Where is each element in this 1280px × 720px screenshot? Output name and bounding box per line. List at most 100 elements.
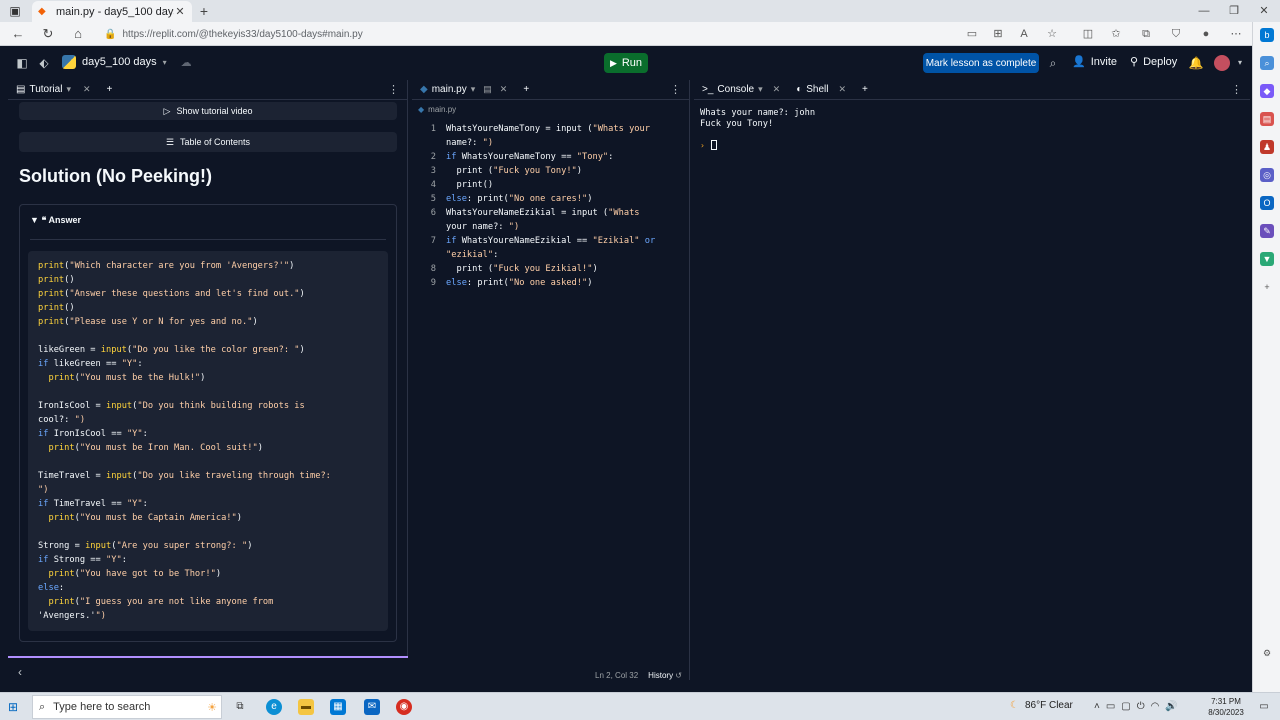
taskbar-search-input[interactable]: ⌕ Type here to search ☀ (32, 695, 222, 719)
file-explorer-icon[interactable]: ▬ (298, 699, 314, 715)
close-tab-icon[interactable]: ✕ (838, 84, 846, 95)
replit-logo-icon[interactable]: ⬖ (36, 55, 52, 71)
url-field[interactable]: 🔒 https://replit.com/@thekeyis33/day5100… (104, 25, 984, 43)
search-icon[interactable]: ⌕ (1045, 55, 1061, 71)
edge-browser-icon[interactable]: e (266, 699, 282, 715)
cast-icon[interactable]: ▭ (964, 26, 980, 42)
windows-start-icon[interactable]: ⊞ (8, 700, 22, 714)
run-button[interactable]: ▶ Run (604, 53, 648, 73)
close-tab-icon[interactable]: ✕ (83, 84, 91, 95)
more-options-icon[interactable]: ⋮ (1231, 83, 1242, 96)
task-view-icon[interactable]: ⧉ (232, 699, 248, 715)
deploy-button[interactable]: ⚲ Deploy (1130, 55, 1178, 69)
home-icon[interactable]: ⌂ (70, 26, 86, 42)
tab-main-py-label: main.py (431, 84, 467, 95)
breadcrumb-file[interactable]: main.py (428, 105, 456, 114)
play-outline-icon: ▷ (163, 105, 171, 116)
add-sidebar-icon[interactable]: + (1260, 280, 1274, 294)
profile-icon[interactable]: ● (1198, 26, 1214, 42)
mail-icon[interactable]: ✉ (364, 699, 380, 715)
tab-shell-label: Shell (806, 84, 829, 95)
window-menu-icon[interactable]: ▣ (8, 4, 22, 18)
tab-console[interactable]: >_ Console ▾ ✕ (694, 80, 788, 100)
line-code: print() (456, 180, 494, 190)
outlook-icon[interactable]: O (1260, 196, 1274, 210)
apps-icon[interactable]: ⊞ (990, 26, 1006, 42)
weather-widget[interactable]: ☾ 86°F Clear (1010, 700, 1073, 711)
chevron-up-icon[interactable]: ˄ (1094, 701, 1100, 712)
display-icon[interactable]: ▢ (1121, 701, 1130, 712)
split-icon[interactable]: ▤ (483, 84, 492, 95)
shopping-icon[interactable]: ◆ (1260, 84, 1274, 98)
cloud-icon: ☁ (180, 56, 192, 69)
history-button[interactable]: History ↺ (648, 671, 682, 680)
play-icon: ▶ (609, 57, 617, 68)
favorites-icon[interactable]: ✩ (1108, 26, 1124, 42)
more-options-icon[interactable]: ⋮ (670, 83, 681, 96)
volume-icon[interactable]: 🔊 (1165, 701, 1177, 712)
answer-label: Answer (48, 215, 81, 225)
invite-button[interactable]: 👤 Invite (1072, 55, 1117, 69)
read-aloud-icon[interactable]: A (1016, 26, 1032, 42)
browser-tab[interactable]: ◆ main.py - day5_100 days - Replit ✕ (32, 1, 192, 22)
add-tab-icon[interactable]: + (854, 80, 876, 100)
answer-code-line: print("I guess you are not like anyone f… (48, 597, 274, 607)
console-prompt[interactable]: › (700, 140, 717, 150)
tab-tutorial[interactable]: ▤ Tutorial ▾ ✕ (8, 80, 99, 100)
console-panel: >_ Console ▾ ✕ ◐ Shell ✕ + ⋮ Whats your … (694, 80, 1250, 680)
sidebar-settings-icon[interactable]: ⚙ (1260, 646, 1274, 660)
back-icon[interactable]: ← (10, 26, 26, 42)
collections-icon[interactable]: ⧉ (1138, 26, 1154, 42)
power-icon[interactable]: ⏻ (1137, 701, 1145, 712)
answer-details: ▼ ❝ Answer print("Which character are yo… (19, 204, 397, 642)
search-sidebar-icon[interactable]: ⌕ (1260, 56, 1274, 70)
table-of-contents-button[interactable]: ☰ Table of Contents (19, 132, 397, 152)
close-window-icon[interactable]: ✕ (1254, 3, 1274, 19)
avatar[interactable] (1214, 55, 1230, 71)
taskbar-clock[interactable]: 7:31 PM 8/30/2023 (1204, 696, 1248, 718)
shield-icon[interactable]: ⛉ (1168, 26, 1184, 42)
search-highlight-icon: ☀ (207, 701, 217, 714)
deploy-label: Deploy (1143, 55, 1178, 68)
minimize-icon[interactable]: — (1194, 3, 1214, 19)
answer-code-line: 'Avengers.'") (38, 611, 107, 621)
add-tab-icon[interactable]: + (99, 80, 121, 100)
notifications-bell-icon[interactable]: 🔔 (1188, 55, 1204, 71)
code-editor[interactable]: 1 WhatsYoureNameTony = input ("Whats your… (412, 122, 688, 642)
notification-icon[interactable]: ▭ (1256, 699, 1272, 715)
drop-icon[interactable]: ▼ (1260, 252, 1274, 266)
tab-main-py[interactable]: ◆ main.py ▾ ▤ ✕ (412, 80, 515, 100)
collapse-chevron-icon[interactable]: ‹ (18, 665, 22, 679)
avatar-chevron-icon[interactable]: ▾ (1232, 55, 1248, 71)
mark-complete-button[interactable]: Mark lesson as complete (923, 53, 1039, 73)
answer-code-line: if likeGreen == "Y": (38, 359, 143, 369)
new-tab-icon[interactable]: + (196, 3, 212, 19)
games-icon[interactable]: ♟ (1260, 140, 1274, 154)
store-icon[interactable]: ▦ (330, 699, 346, 715)
editor-panel-header: ◆ main.py ▾ ▤ ✕ + ⋮ (412, 80, 689, 100)
tab-shell[interactable]: ◐ Shell ✕ (788, 80, 854, 100)
refresh-icon[interactable]: ↻ (40, 26, 56, 42)
more-options-icon[interactable]: ⋮ (388, 83, 399, 96)
tools-icon[interactable]: ▤ (1260, 112, 1274, 126)
answer-code-line: if Strong == "Y": (38, 555, 127, 565)
network-icon[interactable]: ▭ (1106, 701, 1115, 712)
favorite-star-icon[interactable]: ☆ (1044, 26, 1060, 42)
close-tab-icon[interactable]: ✕ (174, 5, 186, 18)
split-screen-icon[interactable]: ◫ (1080, 26, 1096, 42)
close-tab-icon[interactable]: ✕ (500, 84, 508, 95)
more-menu-icon[interactable]: ⋯ (1228, 26, 1244, 42)
answer-summary-toggle[interactable]: ▼ ❝ Answer (30, 215, 81, 226)
sidebar-toggle-icon[interactable]: ◧ (14, 55, 30, 71)
add-tab-icon[interactable]: + (515, 80, 537, 100)
chrome-icon[interactable]: ◉ (396, 699, 412, 715)
microsoft365-icon[interactable]: ◎ (1260, 168, 1274, 182)
bing-icon[interactable]: b (1260, 28, 1274, 42)
show-tutorial-video-button[interactable]: ▷ Show tutorial video (19, 102, 397, 120)
wifi-icon[interactable]: ◠ (1151, 701, 1160, 712)
close-tab-icon[interactable]: ✕ (773, 84, 781, 95)
cursor-position[interactable]: Ln 2, Col 32 (595, 671, 638, 680)
project-selector[interactable]: day5_100 days ▾ ☁ (62, 55, 192, 69)
designer-icon[interactable]: ✎ (1260, 224, 1274, 238)
maximize-icon[interactable]: ❐ (1224, 3, 1244, 19)
